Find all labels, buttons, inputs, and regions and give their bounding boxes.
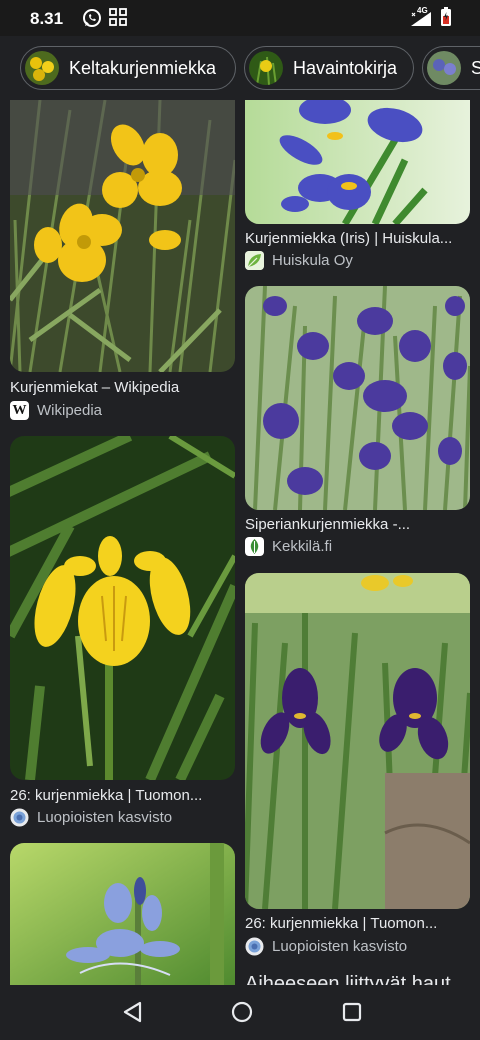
result-source-name: Wikipedia	[37, 402, 103, 419]
chip-havaintokirja[interactable]: Havaintokirja	[244, 46, 414, 90]
result-image[interactable]	[10, 100, 235, 372]
navigation-bar	[0, 985, 480, 1040]
result-source[interactable]: Luopioisten kasvisto	[10, 808, 172, 827]
result-source[interactable]: Luopioisten kasvisto	[245, 937, 407, 956]
wikipedia-icon: W	[10, 401, 29, 420]
image-results: Kurjenmiekat – Wikipedia W Wikipedia 26:…	[0, 100, 480, 985]
status-bar: 8.31 4G	[0, 0, 480, 36]
result-source-name: Luopioisten kasvisto	[272, 938, 408, 955]
huiskula-icon	[245, 251, 264, 270]
related-searches-chips: Keltakurjenmiekka Havaintokirja S	[0, 36, 480, 100]
chip-thumbnail	[427, 51, 461, 85]
globe-icon	[10, 808, 29, 827]
kekkila-icon	[245, 537, 264, 556]
result-title[interactable]: Kurjenmiekat – Wikipedia	[10, 379, 240, 396]
grid-icon	[109, 8, 127, 26]
chip-thumbnail	[249, 51, 283, 85]
back-icon[interactable]	[121, 1000, 143, 1024]
result-image[interactable]	[245, 573, 470, 909]
result-source-name: Huiskula Oy	[272, 252, 353, 269]
result-title[interactable]: 26: kurjenmiekka | Tuomon...	[10, 787, 240, 804]
home-icon[interactable]	[231, 1000, 253, 1024]
chip-thumbnail	[25, 51, 59, 85]
result-source[interactable]: Huiskula Oy	[245, 251, 353, 270]
related-searches-heading: Aiheeseen liittyvät haut	[245, 973, 451, 985]
result-source-name: Luopioisten kasvisto	[37, 809, 173, 826]
result-source-name: Kekkilä.fi	[272, 538, 333, 555]
result-image[interactable]	[10, 843, 235, 985]
globe-icon	[245, 937, 264, 956]
chip-label: Havaintokirja	[293, 57, 398, 78]
battery-icon	[441, 7, 451, 26]
status-time: 8.31	[30, 9, 64, 28]
chip-more[interactable]: S	[422, 46, 480, 90]
signal-icon	[411, 12, 431, 26]
recents-icon[interactable]	[341, 1000, 363, 1024]
chip-keltakurjenmiekka[interactable]: Keltakurjenmiekka	[20, 46, 236, 90]
result-title[interactable]: Kurjenmiekka (Iris) | Huiskula...	[245, 230, 475, 247]
whatsapp-icon	[83, 9, 101, 27]
result-image[interactable]	[245, 100, 470, 224]
result-image[interactable]	[245, 286, 470, 510]
chip-label: Keltakurjenmiekka	[69, 57, 217, 78]
result-image[interactable]	[10, 436, 235, 780]
result-source[interactable]: W Wikipedia	[10, 401, 102, 420]
result-source[interactable]: Kekkilä.fi	[245, 537, 332, 556]
chip-label: S	[471, 57, 480, 78]
result-title[interactable]: 26: kurjenmiekka | Tuomon...	[245, 915, 475, 932]
result-title[interactable]: Siperiankurjenmiekka -...	[245, 516, 475, 533]
